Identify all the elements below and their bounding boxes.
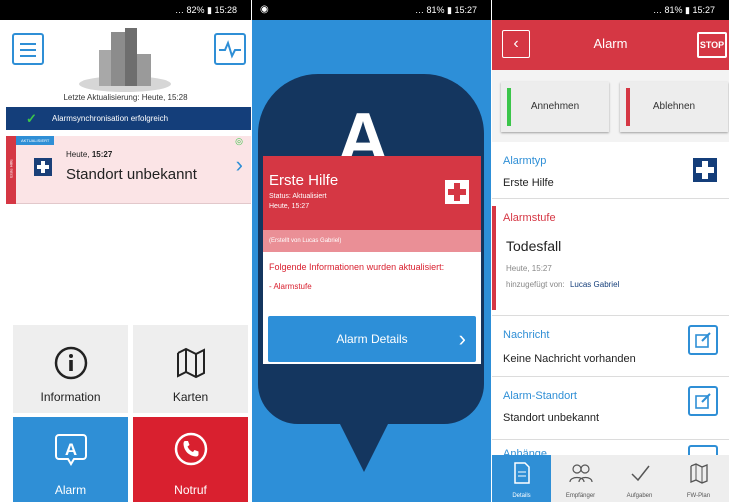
updated-item: - Alarmstufe bbox=[269, 282, 312, 291]
added-by: hinzugefügt von: Lucas Gabriel bbox=[506, 280, 620, 289]
status-bar: ◉… 81% ▮ 15:27 bbox=[252, 0, 491, 20]
last-update-text: Letzte Aktualisierung: Heute, 15:28 bbox=[63, 93, 188, 102]
medical-cross-icon bbox=[445, 180, 469, 204]
map-icon bbox=[133, 345, 248, 381]
info-icon bbox=[13, 345, 128, 381]
alarm-level-marker bbox=[492, 206, 496, 310]
alarm-tile[interactable]: A Alarm bbox=[13, 417, 128, 502]
created-by: (Erstellt von Lucas Gabriel) bbox=[263, 230, 481, 252]
menu-button[interactable] bbox=[12, 33, 44, 65]
message-value: Keine Nachricht vorhanden bbox=[503, 353, 636, 365]
chevron-right-icon: › bbox=[235, 152, 243, 177]
notification-status: Status: Aktualisiert bbox=[269, 193, 327, 200]
emergency-call-label: Notruf bbox=[174, 483, 207, 497]
document-icon bbox=[492, 461, 551, 491]
message-row: Nachricht Keine Nachricht vorhanden bbox=[492, 317, 729, 377]
people-icon bbox=[551, 461, 610, 491]
sync-message: Alarmsynchronisation erfolgreich bbox=[52, 114, 169, 123]
alarm-location-row: Alarm-Standort Standort unbekannt bbox=[492, 378, 729, 440]
medical-cross-icon bbox=[34, 158, 52, 176]
status-bar: … 81% ▮ 15:27 bbox=[492, 0, 729, 20]
alarm-type-row: Alarmtyp Erste Hilfe bbox=[492, 142, 729, 199]
sync-banner: ✓ Alarmsynchronisation erfolgreich bbox=[6, 107, 251, 130]
check-icon: ✓ bbox=[26, 111, 37, 126]
notification-screen: ◉… 81% ▮ 15:27 A Erste Hilfe Status: Akt… bbox=[252, 0, 491, 502]
svg-text:A: A bbox=[64, 440, 76, 459]
alarm-level-value: Todesfall bbox=[506, 238, 562, 254]
update-info: Folgende Informationen wurden aktualisie… bbox=[269, 262, 445, 272]
alarm-details-button[interactable]: Alarm Details › bbox=[268, 316, 476, 362]
attachments-row: Anhänge bbox=[492, 441, 729, 460]
notification-date: Heute, 15:27 bbox=[269, 203, 310, 210]
map-icon bbox=[669, 461, 728, 491]
alarm-bubble-icon: A bbox=[13, 431, 128, 467]
checkmark-icon bbox=[610, 461, 669, 491]
alarm-level-row: Alarmstufe Todesfall Heute, 15:27 hinzug… bbox=[492, 200, 729, 316]
notification-title: Erste Hilfe bbox=[269, 172, 339, 189]
alarm-type-label: Alarmtyp bbox=[503, 155, 547, 167]
updated-tag: AKTUALISIERT bbox=[16, 136, 55, 145]
notification-card: Erste Hilfe Status: Aktualisiert Heute, … bbox=[263, 156, 481, 364]
message-label: Nachricht bbox=[503, 329, 550, 341]
emergency-call-tile[interactable]: Notruf bbox=[133, 417, 248, 502]
eye-icon: ◎ bbox=[235, 136, 243, 146]
home-screen: … 82% ▮ 15:28 Letzte Aktualisierung: Heu… bbox=[0, 0, 251, 502]
response-buttons: Annehmen Ablehnen bbox=[492, 70, 729, 142]
bottom-tab-bar: Details Empfänger Aufgaben FW-Plan bbox=[492, 455, 729, 502]
edit-message-button[interactable] bbox=[688, 325, 718, 355]
alarm-type-value: Erste Hilfe bbox=[503, 177, 554, 189]
tab-fw-plan[interactable]: FW-Plan bbox=[669, 455, 728, 502]
medical-cross-icon bbox=[693, 158, 717, 182]
edit-location-button[interactable] bbox=[688, 386, 718, 416]
pulse-button[interactable] bbox=[214, 33, 246, 65]
notification-header: Erste Hilfe Status: Aktualisiert Heute, … bbox=[263, 156, 481, 230]
alarm-detail-screen: … 81% ▮ 15:27 ‹ Alarm STOP Annehmen Able… bbox=[492, 0, 729, 502]
speech-bubble-tail bbox=[334, 412, 394, 472]
phone-icon bbox=[133, 431, 248, 467]
alarm-level-label: Alarmstufe bbox=[503, 212, 556, 224]
alarm-location-value: Standort unbekannt bbox=[503, 412, 600, 424]
menu-icon bbox=[20, 43, 36, 45]
alarm-card[interactable]: Erste Hilfe AKTUALISIERT ◎ Heute, 15:27 … bbox=[6, 136, 251, 204]
alarm-level-time: Heute, 15:27 bbox=[506, 264, 552, 273]
edit-icon bbox=[695, 393, 711, 409]
alarm-time: Heute, 15:27 bbox=[66, 150, 113, 159]
chevron-right-icon: › bbox=[458, 326, 466, 351]
maps-tile[interactable]: Karten bbox=[133, 325, 248, 413]
edit-icon bbox=[695, 332, 711, 348]
pulse-icon bbox=[219, 40, 241, 59]
information-label: Information bbox=[40, 390, 101, 404]
tab-details[interactable]: Details bbox=[492, 455, 551, 502]
tab-recipients[interactable]: Empfänger bbox=[551, 455, 610, 502]
alarm-type-side-label: Erste Hilfe bbox=[8, 159, 14, 178]
status-bar: … 82% ▮ 15:28 bbox=[0, 0, 251, 20]
alarm-location: Standort unbekannt bbox=[66, 166, 197, 183]
accept-button[interactable]: Annehmen bbox=[501, 82, 609, 132]
stop-button[interactable]: STOP bbox=[697, 32, 727, 58]
page-title: Alarm bbox=[593, 36, 628, 51]
maps-label: Karten bbox=[172, 390, 209, 404]
tab-tasks[interactable]: Aufgaben bbox=[610, 455, 669, 502]
decline-button[interactable]: Ablehnen bbox=[620, 82, 728, 132]
building-icon bbox=[79, 28, 171, 92]
alarm-location-label: Alarm-Standort bbox=[503, 390, 577, 402]
information-tile[interactable]: Information bbox=[13, 325, 128, 413]
alarm-header: ‹ Alarm STOP bbox=[492, 20, 729, 70]
alarm-label: Alarm bbox=[54, 483, 87, 497]
